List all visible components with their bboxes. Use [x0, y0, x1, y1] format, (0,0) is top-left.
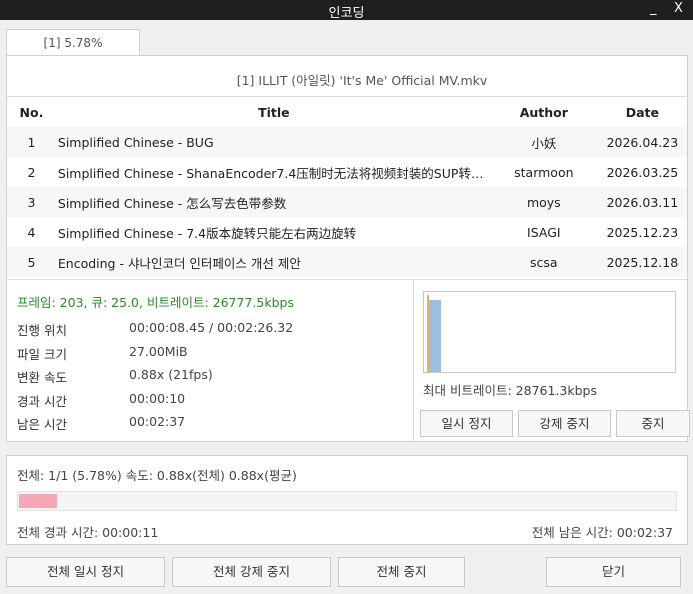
table-header: No. Title Author Date	[7, 97, 687, 127]
total-progress-bar	[17, 491, 677, 511]
table-row[interactable]: 1 Simplified Chinese - BUG 小妖 2026.04.23	[7, 127, 687, 157]
notice-table: No. Title Author Date 1 Simplified Chine…	[7, 97, 687, 277]
table-row[interactable]: 4 Simplified Chinese - 7.4版本旋转只能左右两边旋转 I…	[7, 217, 687, 247]
row-author: ISAGI	[527, 224, 561, 240]
stat-row: 파일 크기 27.00MiB	[17, 344, 294, 368]
title-bar: 인코딩 _ X	[0, 0, 693, 21]
row-date: 2025.12.23	[606, 224, 679, 240]
stat-row: 경과 시간 00:00:10	[17, 391, 294, 415]
stop-button[interactable]: 중지	[616, 410, 690, 437]
max-bitrate: 최대 비트레이트: 28761.3kbps	[423, 383, 597, 398]
row-title[interactable]: Encoding - 샤나인코더 인터페이스 개선 제안	[58, 253, 490, 272]
stat-value: 00:00:10	[129, 390, 186, 406]
row-no: 1	[7, 127, 56, 157]
bitrate-bar	[429, 300, 441, 372]
divider	[413, 280, 414, 442]
row-author: moys	[489, 187, 598, 217]
row-author: scsa	[489, 247, 598, 277]
progress-fill	[19, 494, 57, 508]
column-header-author[interactable]: Author	[490, 97, 598, 127]
table-row[interactable]: 5 Encoding - 샤나인코더 인터페이스 개선 제안 scsa 2025…	[7, 247, 687, 277]
stat-row: 진행 위치 00:00:08.45 / 00:02:26.32	[17, 320, 294, 344]
stat-row: 변환 속도 0.88x (21fps)	[17, 367, 294, 391]
job-panel: [1] ILLIT (아일릿) 'It's Me' Official MV.mk…	[6, 55, 690, 442]
row-title[interactable]: Simplified Chinese - 怎么写去色带参数	[58, 193, 490, 212]
row-date: 2025.12.18	[597, 247, 687, 277]
column-header-date[interactable]: Date	[598, 97, 687, 127]
pause-button[interactable]: 일시 정지	[420, 410, 513, 437]
force-stop-button[interactable]: 강제 중지	[518, 410, 611, 437]
stat-value: 0.88x (21fps)	[129, 367, 213, 382]
row-author: starmoon	[514, 164, 574, 180]
stat-label: 남은 시간	[17, 417, 67, 432]
stop-all-button[interactable]: 전체 중지	[338, 557, 465, 587]
row-no: 5	[7, 247, 56, 277]
column-header-no[interactable]: No.	[7, 97, 56, 127]
stat-value: 00:02:37	[129, 414, 186, 429]
row-date: 2026.03.25	[606, 164, 679, 180]
status-line: 프레임: 203, 큐: 25.0, 비트레이트: 26777.5kbps	[17, 295, 294, 310]
table-row[interactable]: 2 Simplified Chinese - ShanaEncoder7.4压制…	[7, 157, 687, 187]
row-no: 2	[27, 164, 36, 180]
row-author: 小妖	[489, 127, 598, 157]
table-row[interactable]: 3 Simplified Chinese - 怎么写去色带参数 moys 202…	[7, 187, 687, 217]
window-title: 인코딩	[328, 6, 365, 21]
close-button[interactable]: 닫기	[546, 557, 681, 587]
row-no: 3	[7, 187, 56, 217]
row-title[interactable]: Simplified Chinese - BUG	[58, 135, 490, 150]
stat-label: 파일 크기	[17, 346, 67, 362]
stat-label: 변환 속도	[17, 370, 67, 385]
pause-all-button[interactable]: 전체 일시 정지	[6, 557, 165, 587]
encoding-stats: 프레임: 203, 큐: 25.0, 비트레이트: 26777.5kbps 진행…	[17, 292, 294, 438]
row-title[interactable]: Simplified Chinese - ShanaEncoder7.4压制时无…	[58, 163, 490, 182]
bitrate-graph	[423, 291, 676, 373]
row-title[interactable]: Simplified Chinese - 7.4版本旋转只能左右两边旋转	[58, 223, 490, 242]
row-date: 2026.03.11	[597, 187, 687, 217]
total-summary: 전체: 1/1 (5.78%) 속도: 0.88x(전체) 0.88x(평균)	[17, 468, 297, 483]
total-progress-panel: 전체: 1/1 (5.78%) 속도: 0.88x(전체) 0.88x(평균) …	[6, 455, 688, 545]
stat-row: 남은 시간 00:02:37	[17, 414, 294, 438]
total-elapsed: 전체 경과 시간: 00:00:11	[17, 525, 159, 540]
total-remaining: 전체 남은 시간: 00:02:37	[531, 525, 673, 540]
stat-value: 27.00MiB	[129, 343, 188, 359]
column-header-title[interactable]: Title	[56, 97, 490, 127]
force-stop-all-button[interactable]: 전체 강제 중지	[172, 557, 331, 587]
tab-job-1[interactable]: [1] 5.78%	[6, 29, 140, 56]
file-name: [1] ILLIT (아일릿) 'It's Me' Official MV.mk…	[236, 73, 488, 88]
stat-value: 00:00:08.45 / 00:02:26.32	[129, 320, 294, 335]
minimize-icon[interactable]: _	[650, 1, 657, 16]
close-icon[interactable]: X	[674, 1, 683, 16]
divider	[7, 279, 687, 280]
stat-label: 경과 시간	[17, 393, 67, 409]
row-no: 4	[27, 224, 36, 240]
stat-label: 진행 위치	[17, 323, 67, 338]
row-date: 2026.04.23	[597, 127, 687, 157]
